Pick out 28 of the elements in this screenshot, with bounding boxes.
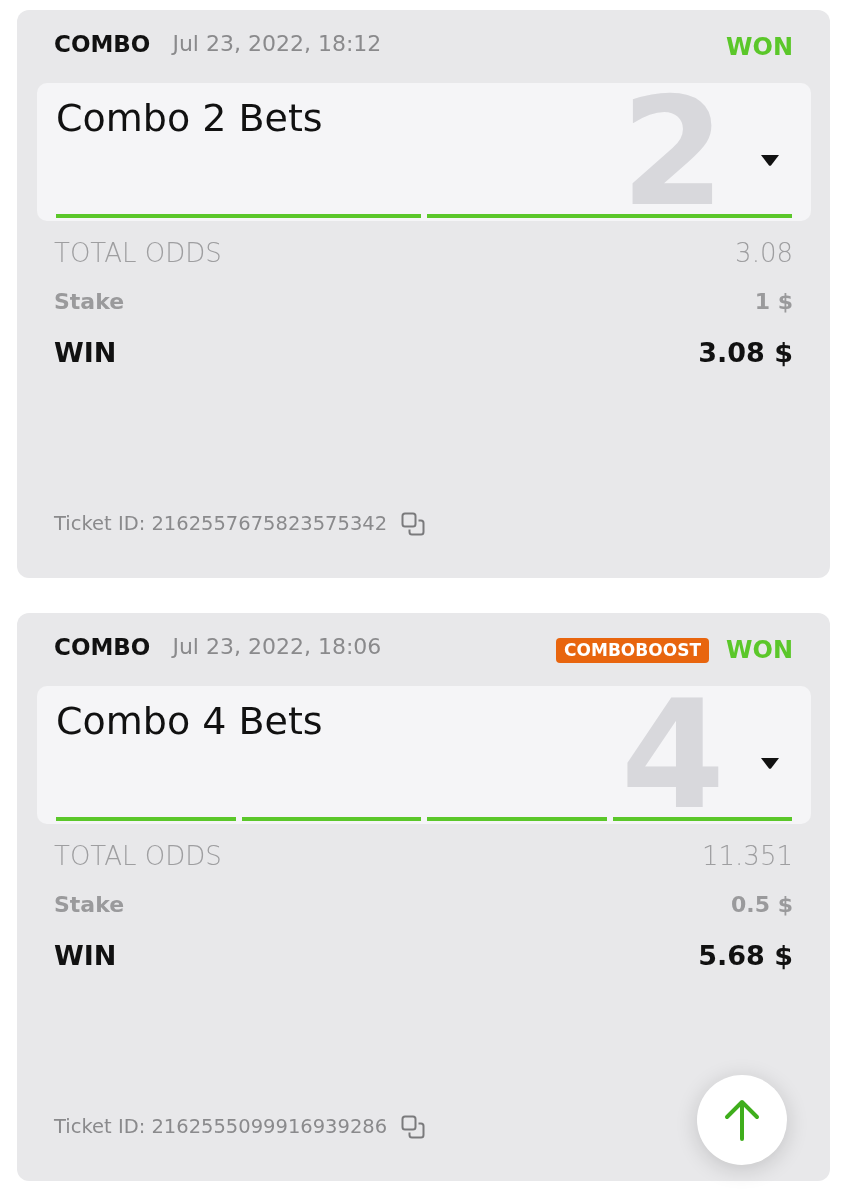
win-value: 3.08 $ xyxy=(698,336,793,370)
win-value: 5.68 $ xyxy=(698,939,793,973)
stake-label: Stake xyxy=(54,288,125,316)
ticket-id: Ticket ID: 2162555099916939286 xyxy=(54,1115,388,1139)
status-label: WON xyxy=(726,636,793,664)
win-label: WIN xyxy=(54,336,117,370)
comboboost-badge: COMBOBOOST xyxy=(556,637,710,663)
bet-type-label: COMBO xyxy=(54,30,151,58)
copy-icon[interactable] xyxy=(401,512,426,536)
win-label: WIN xyxy=(54,939,117,973)
total-odds-label: TOTAL ODDS xyxy=(54,238,222,268)
stake-label: Stake xyxy=(54,891,125,919)
stake-value: 0.5 $ xyxy=(731,891,793,919)
bet-date: Jul 23, 2022, 18:06 xyxy=(172,633,382,661)
combo-title: Combo 4 Bets xyxy=(56,699,323,743)
stake-value: 1 $ xyxy=(754,288,793,316)
caret-icon[interactable] xyxy=(761,758,779,769)
total-odds-value: 3.08 xyxy=(735,238,793,268)
total-odds-label: TOTAL ODDS xyxy=(54,841,222,871)
total-odds-value: 11.351 xyxy=(702,841,793,871)
bet-type-label: COMBO xyxy=(54,633,151,661)
bet-date: Jul 23, 2022, 18:12 xyxy=(172,30,382,58)
caret-icon[interactable] xyxy=(761,155,779,166)
status-label: WON xyxy=(726,33,793,61)
ticket-id: Ticket ID: 2162557675823575342 xyxy=(54,512,388,536)
copy-icon[interactable] xyxy=(401,1115,426,1139)
arrow-up-icon xyxy=(724,1099,760,1141)
combo-title: Combo 2 Bets xyxy=(56,96,323,140)
